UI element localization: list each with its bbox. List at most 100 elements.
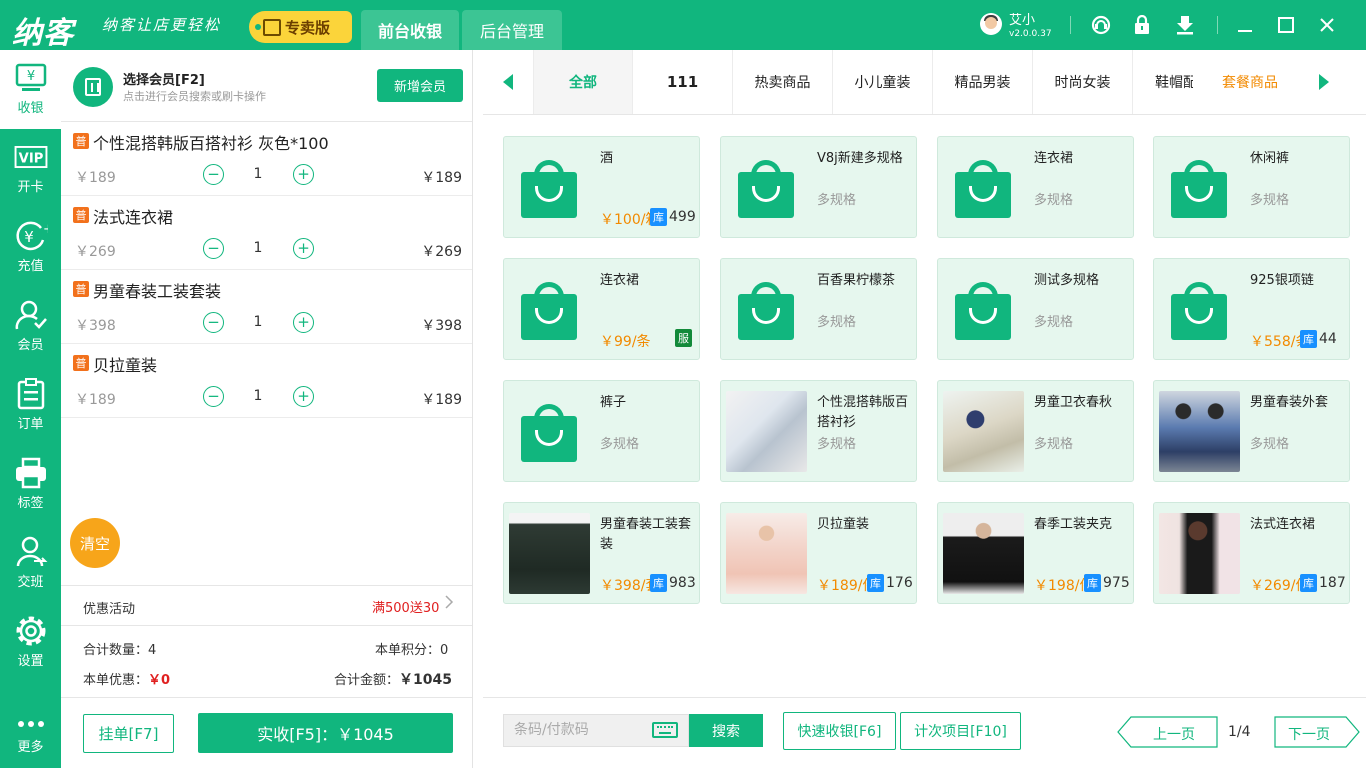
- minimize-icon[interactable]: [1234, 14, 1256, 36]
- cashier-icon: ¥: [14, 63, 48, 93]
- nav-item-settings[interactable]: 设置: [0, 603, 61, 682]
- item-type-tag: 普: [73, 355, 89, 371]
- close-icon[interactable]: [1316, 14, 1338, 36]
- product-card[interactable]: 925银项链 ￥558/条库 44: [1153, 258, 1350, 360]
- nav-item-shift[interactable]: 交班: [0, 524, 61, 603]
- cart-item-qty[interactable]: 1: [251, 388, 265, 404]
- maximize-icon[interactable]: [1275, 14, 1297, 36]
- item-type-tag: 普: [73, 133, 89, 149]
- app-slogan: 纳客让店更轻松: [102, 16, 222, 34]
- nav-item-order[interactable]: 订单: [0, 366, 61, 445]
- product-card[interactable]: 男童春装工装套装 ￥398/套库 983: [503, 502, 700, 604]
- category-bar: 全部 111 热卖商品 小儿童装 精品男装 时尚女装 鞋帽配饰 套餐商品: [483, 50, 1366, 115]
- cart-item-price: ￥398: [75, 318, 116, 334]
- nav-item-member[interactable]: 会员: [0, 287, 61, 366]
- category-hot[interactable]: 热卖商品: [733, 50, 833, 114]
- chevron-right-icon[interactable]: [1319, 74, 1329, 90]
- increase-qty-button[interactable]: +: [293, 312, 314, 333]
- cart-item[interactable]: 普 个性混搭韩版百搭衬衫 灰色*100 ￥189 − 1 + ￥189: [61, 122, 472, 196]
- product-spec: 多规格: [1250, 437, 1290, 452]
- product-price: ￥269/件: [1250, 578, 1307, 594]
- product-card[interactable]: 个性混搭韩版百搭衬衫 多规格: [720, 380, 917, 482]
- nav-item-recharge[interactable]: ¥+ 充值: [0, 208, 61, 287]
- decrease-qty-button[interactable]: −: [203, 312, 224, 333]
- stock-badge: 库: [1300, 330, 1317, 348]
- category-combo[interactable]: 套餐商品: [1205, 50, 1295, 114]
- product-name: 酒: [600, 151, 614, 166]
- product-card[interactable]: 贝拉童装 ￥189/件库 176: [720, 502, 917, 604]
- product-card[interactable]: 测试多规格 多规格: [937, 258, 1134, 360]
- cart-item-name: 贝拉童装: [93, 356, 158, 375]
- add-member-button[interactable]: 新增会员: [377, 69, 463, 102]
- search-button[interactable]: 搜索: [689, 714, 763, 747]
- product-image: [943, 513, 1024, 594]
- product-card[interactable]: 男童卫衣春秋 多规格: [937, 380, 1134, 482]
- cart-item[interactable]: 普 法式连衣裙 ￥269 − 1 + ￥269: [61, 196, 472, 270]
- product-image: [726, 513, 807, 594]
- cart-item-qty[interactable]: 1: [251, 314, 265, 330]
- top-bar: 纳客 纳客让店更轻松 专卖版 前台收银 后台管理 艾小 v2.0.0.37: [0, 0, 1366, 51]
- user-name[interactable]: 艾小: [1009, 9, 1035, 28]
- chevron-right-icon[interactable]: [444, 594, 454, 610]
- shop-bag-icon: [263, 18, 281, 36]
- decrease-qty-button[interactable]: −: [203, 238, 224, 259]
- stock-info: 库 187: [1300, 573, 1346, 593]
- more-icon: [14, 716, 48, 732]
- cart-item-qty[interactable]: 1: [251, 240, 265, 256]
- product-card[interactable]: 法式连衣裙 ￥269/件库 187: [1153, 502, 1350, 604]
- product-card[interactable]: 酒 ￥100/箱库 499: [503, 136, 700, 238]
- product-spec: 多规格: [1034, 193, 1074, 208]
- next-page-button[interactable]: 下一页: [1274, 716, 1360, 748]
- product-card[interactable]: 春季工装夹克 ￥198/件库 975: [937, 502, 1134, 604]
- cart-item[interactable]: 普 男童春装工装套装 ￥398 − 1 + ￥398: [61, 270, 472, 344]
- product-card[interactable]: V8j新建多规格 多规格: [720, 136, 917, 238]
- prev-page-button[interactable]: 上一页: [1117, 716, 1218, 748]
- user-avatar[interactable]: [980, 13, 1002, 35]
- product-card[interactable]: 休闲裤 多规格: [1153, 136, 1350, 238]
- product-spec: 多规格: [817, 193, 857, 208]
- clear-cart-button[interactable]: 清空: [70, 518, 120, 568]
- tab-back-office[interactable]: 后台管理: [462, 10, 562, 50]
- category-kids[interactable]: 小儿童装: [833, 50, 933, 114]
- increase-qty-button[interactable]: +: [293, 164, 314, 185]
- member-card-icon[interactable]: [73, 67, 113, 107]
- category-women[interactable]: 时尚女装: [1033, 50, 1133, 114]
- nav-item-open-card[interactable]: VIP 开卡: [0, 129, 61, 208]
- hold-order-button[interactable]: 挂单[F7]: [83, 714, 174, 753]
- category-accessories[interactable]: 鞋帽配饰: [1133, 50, 1193, 114]
- divider: [61, 697, 472, 698]
- category-men[interactable]: 精品男装: [933, 50, 1033, 114]
- nav-item-cashier[interactable]: ¥ 收银: [0, 50, 61, 129]
- cart-item-price: ￥189: [75, 392, 116, 408]
- product-card[interactable]: 连衣裙 ￥99/条 服: [503, 258, 700, 360]
- nav-item-more[interactable]: 更多: [0, 702, 61, 768]
- select-member[interactable]: 选择会员[F2]: [123, 69, 205, 88]
- product-card[interactable]: 连衣裙 多规格: [937, 136, 1134, 238]
- product-card[interactable]: 裤子 多规格: [503, 380, 700, 482]
- tab-front-cashier[interactable]: 前台收银: [361, 10, 459, 50]
- category-all[interactable]: 全部: [533, 50, 633, 114]
- cart-item-subtotal: ￥189: [421, 170, 462, 186]
- shopping-bag-icon: [738, 160, 794, 218]
- support-icon[interactable]: [1090, 14, 1112, 36]
- chevron-left-icon[interactable]: [503, 74, 513, 90]
- nav-item-label[interactable]: 标签: [0, 445, 61, 524]
- category-111[interactable]: 111: [633, 50, 733, 114]
- quick-cashier-button[interactable]: 快速收银[F6]: [783, 712, 896, 750]
- download-icon[interactable]: [1174, 14, 1196, 36]
- decrease-qty-button[interactable]: −: [203, 386, 224, 407]
- lock-icon[interactable]: [1131, 14, 1153, 36]
- cart-item[interactable]: 普 贝拉童装 ￥189 − 1 + ￥189: [61, 344, 472, 418]
- increase-qty-button[interactable]: +: [293, 238, 314, 259]
- decrease-qty-button[interactable]: −: [203, 164, 224, 185]
- svg-text:VIP: VIP: [18, 151, 43, 166]
- count-item-button[interactable]: 计次项目[F10]: [900, 712, 1021, 750]
- product-card[interactable]: 百香果柠檬茶 多规格: [720, 258, 917, 360]
- promo-value[interactable]: 满500送30: [372, 597, 439, 616]
- product-card[interactable]: 男童春装外套 多规格: [1153, 380, 1350, 482]
- increase-qty-button[interactable]: +: [293, 386, 314, 407]
- svg-text:+: +: [43, 222, 48, 237]
- checkout-button[interactable]: 实收[F5]：￥1045: [198, 713, 453, 753]
- cart-item-qty[interactable]: 1: [251, 166, 265, 182]
- keyboard-icon[interactable]: [652, 722, 678, 738]
